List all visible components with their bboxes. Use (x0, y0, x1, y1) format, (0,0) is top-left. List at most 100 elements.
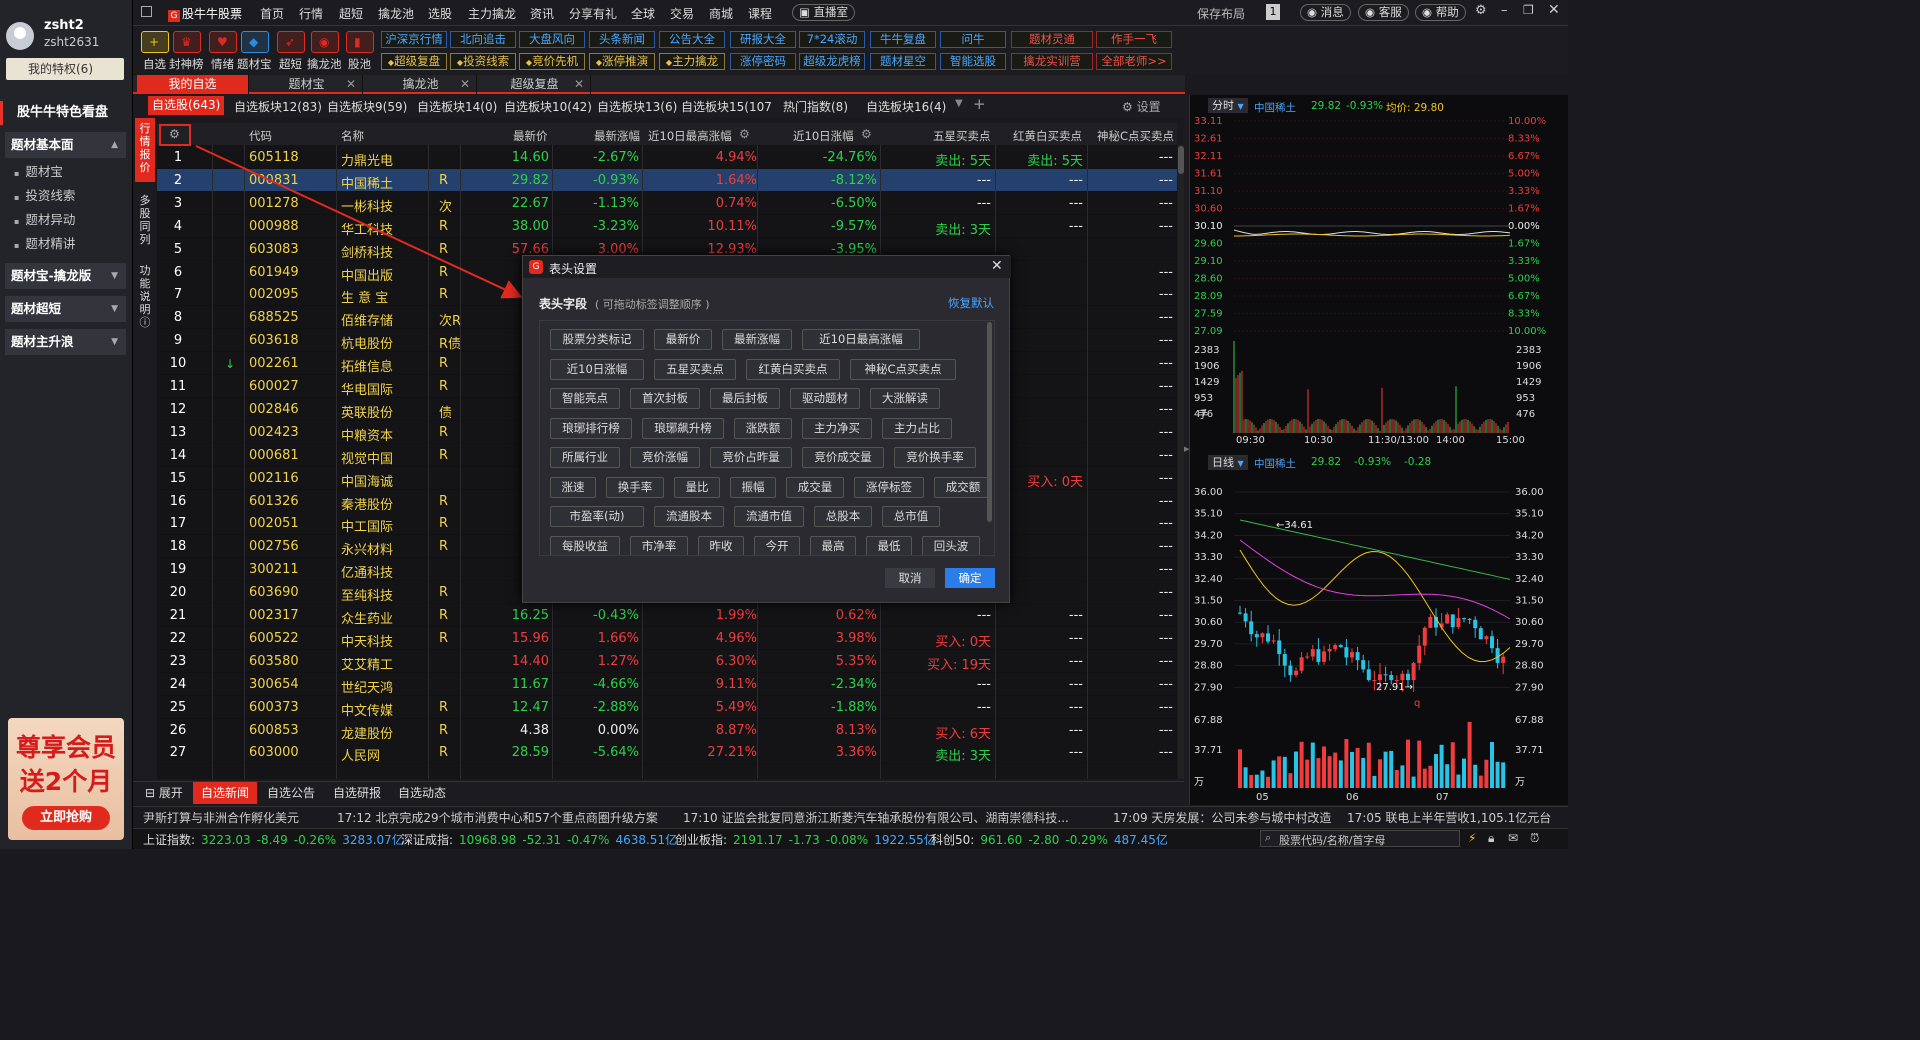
main-tab-0[interactable]: 我的自选 (137, 75, 249, 94)
quick-link-2[interactable]: 大盘风向 (519, 31, 585, 48)
quick-link-row2-3[interactable]: ◆涨停推演 (589, 53, 655, 70)
quick-link-row2-2[interactable]: ◆竞价先机 (519, 53, 585, 70)
sub-tab-8[interactable]: 自选板块16(4) (866, 98, 946, 115)
tab-watch-news[interactable]: 自选新闻 (193, 782, 258, 804)
menu-group-fundamentals[interactable]: 题材基本面 ▲ (5, 132, 126, 158)
news-item[interactable]: 17:10 证监会批复同意浙江斯菱汽车轴承股份有限公司、湖南崇德科技... (683, 807, 1069, 828)
chart-bars-icon[interactable]: ▮ (346, 31, 374, 53)
nav-item[interactable]: 资讯 (530, 5, 554, 22)
menu-item-ticaibao[interactable]: 题材宝 (14, 163, 63, 183)
settings-gear-icon[interactable]: ⚙ (1475, 3, 1487, 18)
field-chip[interactable]: 回头波 (922, 535, 980, 555)
menu-group-shortterm[interactable]: 题材超短 ▼ (5, 296, 126, 322)
field-chip[interactable]: 近10日涨幅 (550, 358, 644, 380)
col-code[interactable]: 代码 (249, 128, 272, 144)
minimize-icon[interactable]: – (1501, 3, 1508, 18)
field-chip[interactable]: 主力净买 (802, 417, 872, 439)
main-tab-2[interactable]: 擒龙池 ✕ (365, 75, 477, 94)
stock-search-input[interactable]: ⌕ 股票代码/名称/首字母 (1260, 830, 1460, 847)
table-row[interactable]: 26 600853 龙建股份 R 4.38 0.00% 8.87% 8.13% 买入: 6天 --… (157, 718, 1177, 742)
nav-item[interactable]: 全球 (631, 5, 655, 22)
save-layout-button[interactable]: 保存布局 (1197, 5, 1245, 22)
sub-tab-5[interactable]: 自选板块13(6) (597, 98, 677, 115)
field-chip[interactable]: 每股收益 (550, 535, 620, 555)
field-chip[interactable]: 昨收 (698, 535, 744, 555)
field-chip[interactable]: 智能亮点 (550, 388, 620, 409)
quick-link-5[interactable]: 研报大全 (730, 31, 796, 48)
sub-tab-3[interactable]: 自选板块14(0) (417, 98, 497, 115)
index-3[interactable]: 科创50: 961.60 -2.80 -0.29% 487.45亿 (931, 831, 1174, 848)
field-chip[interactable]: 成交额 (934, 476, 992, 498)
field-chip[interactable]: 涨停标签 (854, 476, 924, 498)
lightning-icon[interactable]: ⚡ (1468, 831, 1476, 845)
intraday-mode-select[interactable]: 分时 ▼ (1208, 98, 1248, 113)
table-row[interactable]: 22 600522 中天科技 R 15.96 1.66% 4.96% 3.98% 买入: 0天 -… (157, 626, 1177, 650)
column-settings-button[interactable]: ⚙ (159, 124, 191, 146)
table-row[interactable]: 1 605118 力鼎光电 14.60 -2.67% 4.94% -24.76% 卖出: 5天… (157, 146, 1177, 169)
menu-group-mainwave[interactable]: 题材主升浪 ▼ (5, 329, 126, 355)
field-chip[interactable]: 琅琊排行榜 (550, 417, 632, 439)
field-chip[interactable]: 大涨解读 (870, 388, 940, 409)
col-10d-change[interactable]: 近10日涨幅 (793, 128, 854, 144)
index-1[interactable]: 深证成指: 10968.98 -52.31 -0.47% 4638.51亿 (401, 831, 683, 848)
vtab-quotes[interactable]: 行情报价 (135, 118, 155, 182)
quick-link-row2-4[interactable]: ◆主力擒龙 (659, 53, 725, 70)
field-chip[interactable]: 首次封板 (630, 388, 700, 409)
quick-link-row2-10[interactable]: 全部老师>> (1096, 53, 1172, 70)
news-item[interactable]: 17:12 北京完成29个城市消费中心和57个重点商圈升级方案 (337, 807, 658, 828)
help-button[interactable]: ◉ 帮助 (1415, 4, 1466, 21)
expand-button[interactable]: ⊟ 展开 (137, 782, 191, 804)
support-button[interactable]: ◉ 客服 (1358, 4, 1409, 21)
quick-link-row2-0[interactable]: ◆超级复盘 (381, 53, 447, 70)
news-ticker[interactable]: 尹斯打算与非洲合作孵化美元 17:12 北京完成29个城市消费中心和57个重点商… (133, 806, 1568, 828)
menu-group-dragon[interactable]: 题材宝-擒龙版 ▼ (5, 263, 126, 289)
intraday-chart[interactable]: 33.11 10.00% 32.61 8.33% 32.11 6.67% 31.61 5.00… (1190, 113, 1562, 449)
nav-item[interactable]: 首页 (260, 5, 284, 22)
sub-tab-2[interactable]: 自选板块9(59) (327, 98, 407, 115)
layout-number[interactable]: 1 (1266, 4, 1280, 20)
avatar[interactable] (6, 22, 34, 50)
kline-mode-select[interactable]: 日线 ▼ (1208, 455, 1248, 470)
field-chip[interactable]: 市盈率(动) (550, 506, 644, 527)
field-chip[interactable]: 最高 (810, 535, 856, 555)
tab-close-icon[interactable]: ✕ (460, 75, 470, 94)
table-row[interactable]: 21 002317 众生药业 R 16.25 -0.43% 1.99% 0.62% --- ---… (157, 604, 1177, 627)
close-icon[interactable]: ✕ (1548, 2, 1560, 18)
field-chip[interactable]: 竞价成交量 (802, 447, 884, 468)
tab-watch-announcements[interactable]: 自选公告 (259, 782, 323, 804)
index-2[interactable]: 创业板指: 2191.17 -1.73 -0.08% 1922.55亿 (675, 831, 942, 848)
kline-chart[interactable]: 36.00 36.00 35.10 35.10 34.20 34.20 33.30 33.30… (1190, 470, 1562, 804)
quick-link-7[interactable]: 牛牛复盘 (870, 31, 936, 48)
nav-item[interactable]: 商城 (709, 5, 733, 22)
table-row[interactable]: 23 603580 艾艾精工 14.40 1.27% 6.30% 5.35% 买入: 19天 -… (157, 649, 1177, 673)
vtab-help[interactable]: 功能说明 ⓘ (135, 262, 155, 334)
col-change[interactable]: 最新涨幅 (594, 128, 640, 144)
field-chip[interactable]: 驱动题材 (790, 388, 860, 409)
nav-item[interactable]: 行情 (299, 5, 323, 22)
field-chip[interactable]: 最新涨幅 (722, 329, 792, 350)
quick-link-row2-8[interactable]: 智能选股 (940, 53, 1006, 70)
field-chip[interactable]: 涨跌额 (734, 417, 792, 439)
privilege-button[interactable]: 我的特权(6) (6, 58, 124, 80)
field-chip[interactable]: 涨速 (550, 476, 596, 498)
user-info[interactable]: zsht2 zsht2631 (0, 0, 133, 56)
reset-default-link[interactable]: 恢复默认 (948, 295, 994, 311)
table-row[interactable]: 24 300654 世纪天鸿 11.67 -4.66% 9.11% -2.34% --- ---… (157, 672, 1177, 696)
nav-item[interactable]: 交易 (670, 5, 694, 22)
vtab-multi[interactable]: 多股同列 (135, 192, 155, 250)
quick-link-row2-9[interactable]: 擒龙实训营 (1011, 53, 1093, 70)
index-0[interactable]: 上证指数: 3223.03 -8.49 -0.26% 3283.07亿 (143, 831, 410, 848)
field-chip[interactable]: 总股本 (814, 506, 872, 527)
dialog-close-icon[interactable]: ✕ (991, 258, 1003, 274)
field-chip[interactable]: 市净率 (630, 535, 688, 555)
field-chip[interactable]: 主力占比 (882, 417, 952, 439)
table-row[interactable]: 2 000831 中国稀土 R 29.82 -0.93% 1.64% -8.12% --- ---… (157, 168, 1177, 192)
quick-link-row2-5[interactable]: 涨停密码 (730, 53, 796, 70)
col-name[interactable]: 名称 (341, 128, 364, 144)
dialog-ok-button[interactable]: 确定 (945, 568, 995, 588)
quick-link-4[interactable]: 公告大全 (659, 31, 725, 48)
field-chip[interactable]: 今开 (754, 535, 800, 555)
promo-buy-button[interactable]: 立即抢购 (22, 806, 110, 830)
field-chip[interactable]: 流通股本 (654, 506, 724, 527)
sub-tab-6[interactable]: 自选板块15(107 (681, 98, 772, 115)
